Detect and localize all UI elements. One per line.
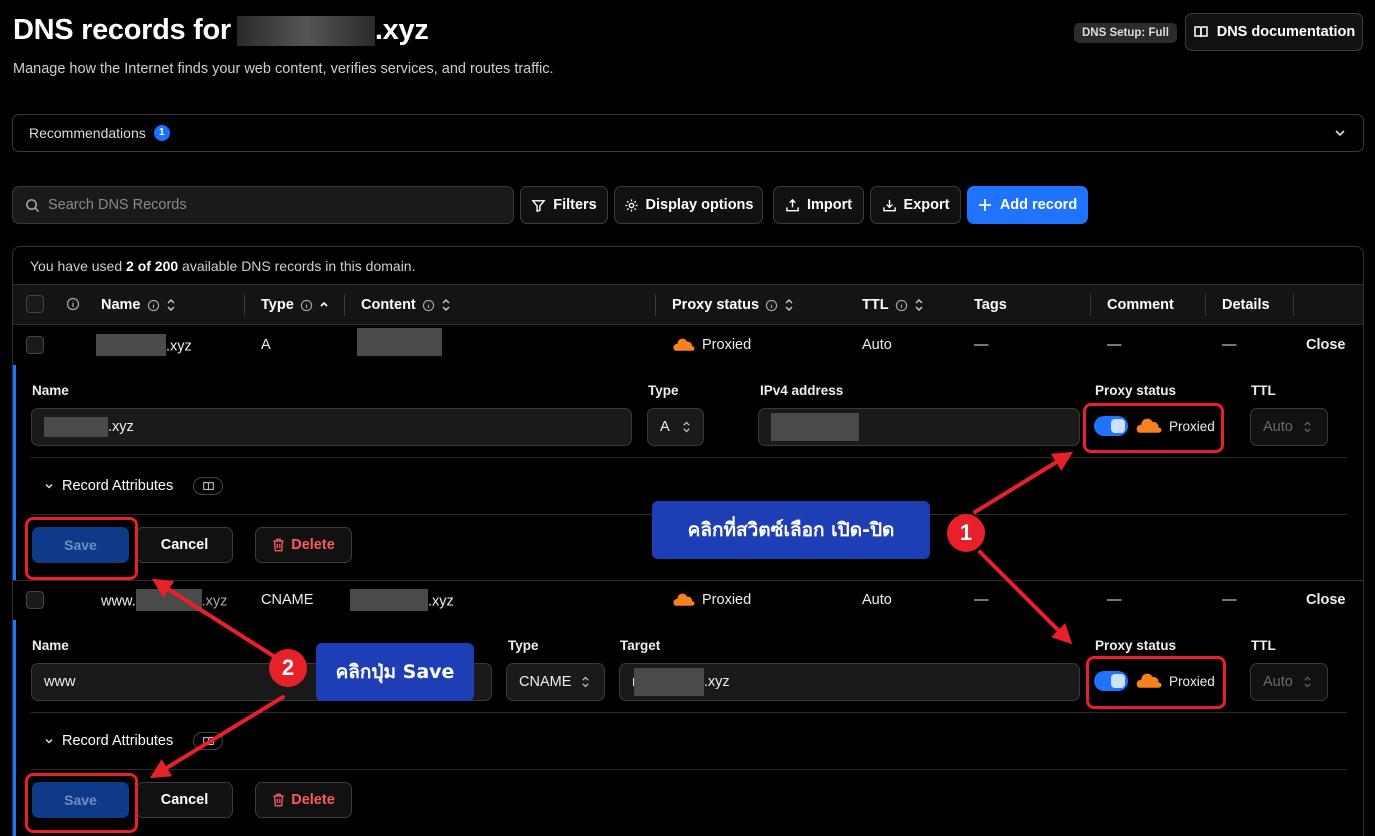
step-marker-1: 1 [947,514,985,552]
step-marker-2: 2 [269,649,307,687]
arrow-to-save-1 [151,578,277,659]
arrow-to-save-2 [149,695,285,779]
arrow-to-toggle-2 [978,550,1073,645]
callout-step-1: คลิกที่สวิตซ์เลือก เปิด-ปิด [652,501,930,559]
annotation-arrows [149,451,1074,779]
arrow-to-toggle-1 [973,451,1074,514]
callout-step-2: คลิกปุ่ม Save [316,643,474,701]
